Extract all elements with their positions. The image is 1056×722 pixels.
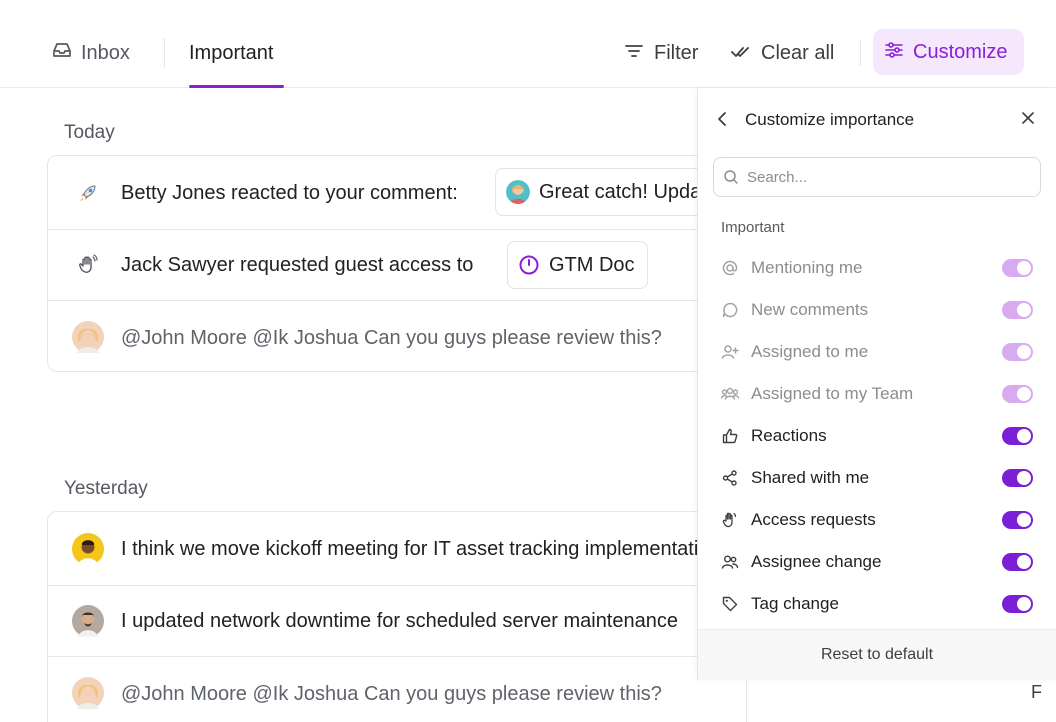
chevron-left-icon[interactable]: [715, 110, 729, 133]
list-item[interactable]: Jack Sawyer requested guest access to GT…: [48, 230, 746, 301]
actor-name[interactable]: Jack Sawyer: [121, 254, 234, 276]
option-toggle[interactable]: [1002, 595, 1033, 613]
group-label: Important: [721, 219, 785, 236]
close-icon[interactable]: [1021, 111, 1035, 130]
option-label: Reactions: [751, 426, 827, 445]
yesterday-card: I think we move kickoff meeting for IT a…: [47, 511, 747, 722]
option-toggle[interactable]: [1002, 553, 1033, 571]
clear-all-button[interactable]: Clear all: [731, 38, 834, 68]
option-toggle[interactable]: [1002, 511, 1033, 529]
cutoff-text: F: [1031, 682, 1042, 702]
notification-text: @John Moore @Ik Joshua Can you guys plea…: [121, 683, 662, 705]
list-item[interactable]: I updated network downtime for scheduled…: [48, 586, 746, 657]
option-assigned-to-team: Assigned to my Team: [698, 373, 1056, 415]
inbox-icon: [52, 41, 81, 65]
filter-button[interactable]: Filter: [624, 38, 698, 68]
customize-label: Customize: [913, 40, 1008, 63]
thumbs-up-icon: [721, 427, 739, 445]
option-shared-with-me: Shared with me: [698, 457, 1056, 499]
option-label: Shared with me: [751, 468, 870, 487]
option-label: Assigned to my Team: [751, 384, 914, 403]
tab-inbox[interactable]: Inbox: [52, 38, 130, 68]
avatar: [72, 677, 104, 709]
filter-icon: [624, 42, 654, 65]
double-check-icon: [731, 42, 761, 65]
customize-button[interactable]: Customize: [873, 29, 1024, 75]
option-tag-change: Tag change: [698, 583, 1056, 625]
doc-chip[interactable]: GTM Doc: [507, 241, 648, 289]
search-icon: [723, 169, 739, 185]
section-yesterday-label: Yesterday: [64, 478, 148, 499]
rocket-icon: [72, 177, 104, 209]
option-toggle: [1002, 259, 1033, 277]
option-toggle: [1002, 343, 1033, 361]
notification-text: I updated network downtime for scheduled…: [121, 610, 678, 632]
option-assignee-change: Assignee change: [698, 541, 1056, 583]
tag-icon: [721, 595, 739, 613]
toolbar-divider: [860, 40, 861, 66]
customize-importance-panel: Customize importance Important Mentionin…: [697, 88, 1056, 680]
comment-icon: [721, 301, 739, 319]
option-label: Access requests: [751, 510, 876, 529]
doc-chip-text: GTM Doc: [549, 253, 635, 276]
assignee-change-icon: [721, 553, 739, 571]
list-item[interactable]: Betty Jones reacted to your comment: Gre…: [48, 156, 746, 230]
notification-text: I think we move kickoff meeting for IT a…: [121, 538, 721, 560]
tab-important[interactable]: Important: [189, 38, 273, 68]
today-card: Betty Jones reacted to your comment: Gre…: [47, 155, 747, 372]
sliders-icon: [885, 41, 913, 64]
option-new-comments: New comments: [698, 289, 1056, 331]
reset-to-default-button[interactable]: Reset to default: [698, 629, 1056, 680]
wave-hand-icon: [72, 249, 104, 281]
tab-divider: [164, 38, 165, 68]
avatar: [72, 533, 104, 565]
section-today-label: Today: [64, 122, 115, 143]
tab-inbox-label: Inbox: [81, 41, 130, 64]
doc-status-icon: [518, 254, 540, 276]
option-toggle[interactable]: [1002, 469, 1033, 487]
avatar: [506, 180, 530, 204]
list-item[interactable]: @John Moore @Ik Joshua Can you guys plea…: [48, 657, 746, 722]
share-icon: [721, 469, 739, 487]
option-label: Assigned to me: [751, 342, 869, 361]
option-toggle: [1002, 385, 1033, 403]
list-item[interactable]: @John Moore @Ik Joshua Can you guys plea…: [48, 301, 746, 371]
option-access-requests: Access requests: [698, 499, 1056, 541]
notification-text: @John Moore @Ik Joshua Can you guys plea…: [121, 327, 662, 349]
option-mentioning-me: Mentioning me: [698, 247, 1056, 289]
option-toggle[interactable]: [1002, 427, 1033, 445]
search-box: [713, 157, 1041, 197]
option-label: Mentioning me: [751, 258, 863, 277]
panel-title: Customize importance: [745, 110, 915, 129]
filter-label: Filter: [654, 41, 699, 64]
option-toggle: [1002, 301, 1033, 319]
option-label: Tag change: [751, 594, 839, 613]
active-tab-indicator: [189, 85, 284, 88]
at-icon: [721, 259, 739, 277]
notification-text: requested guest access to: [239, 254, 474, 276]
tab-important-label: Important: [189, 41, 274, 64]
list-item[interactable]: I think we move kickoff meeting for IT a…: [48, 512, 746, 586]
avatar: [72, 605, 104, 637]
hand-icon: [721, 511, 739, 529]
clear-all-label: Clear all: [761, 41, 835, 64]
option-reactions: Reactions: [698, 415, 1056, 457]
option-label: New comments: [751, 300, 869, 319]
notification-text: Betty Jones reacted to your comment:: [121, 182, 458, 204]
panel-header: Customize importance: [698, 106, 1056, 134]
assign-user-icon: [721, 343, 739, 361]
top-tab-bar: Inbox Important Filter Clear all Customi…: [0, 0, 1056, 88]
avatar: [72, 321, 104, 353]
option-assigned-to-me: Assigned to me: [698, 331, 1056, 373]
search-input[interactable]: [747, 168, 1017, 186]
team-icon: [721, 385, 739, 403]
option-label: Assignee change: [751, 552, 882, 571]
